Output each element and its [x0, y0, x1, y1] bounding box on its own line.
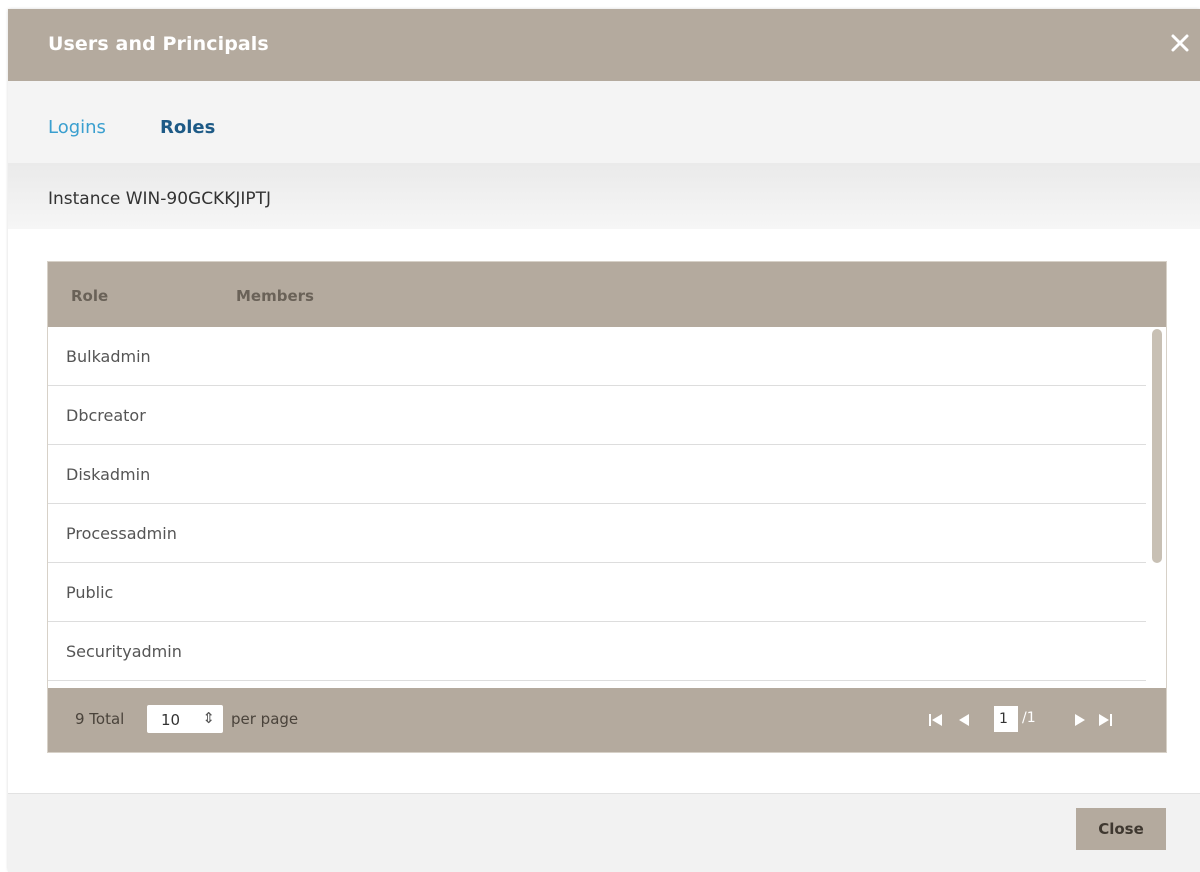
grid-rows: Bulkadmin Dbcreator Diskadmin Processadm… — [48, 327, 1146, 687]
page-size-value: 10 — [161, 711, 181, 729]
tabs-bar: Logins Roles — [8, 81, 1200, 163]
grid-header: Role Members — [48, 262, 1166, 327]
role-cell: Dbcreator — [66, 406, 146, 425]
previous-page-icon[interactable] — [954, 710, 974, 730]
roles-grid: Role Members Bulkadmin Dbcreator Diskadm… — [47, 261, 1167, 753]
dialog-titlebar: Users and Principals — [8, 9, 1200, 81]
close-icon[interactable] — [1166, 29, 1194, 57]
role-cell: Public — [66, 583, 114, 602]
role-cell: Processadmin — [66, 524, 177, 543]
role-cell: Securityadmin — [66, 642, 182, 661]
last-page-icon[interactable] — [1095, 710, 1115, 730]
next-page-icon[interactable] — [1070, 710, 1090, 730]
role-cell: Bulkadmin — [66, 347, 151, 366]
per-page-label: per page — [231, 710, 299, 728]
column-header-role[interactable]: Role — [71, 287, 108, 305]
page-count: /1 — [1022, 710, 1036, 726]
tab-logins[interactable]: Logins — [48, 117, 106, 138]
current-page-value: 1 — [999, 711, 1008, 727]
column-header-members[interactable]: Members — [236, 287, 314, 305]
stepper-arrows-icon[interactable]: ⇕ — [202, 709, 215, 727]
total-count: 9 Total — [75, 710, 125, 728]
grid-scrollbar[interactable] — [1152, 329, 1162, 563]
role-cell: Diskadmin — [66, 465, 151, 484]
table-row[interactable]: Processadmin — [48, 504, 1146, 563]
table-row[interactable]: Public — [48, 563, 1146, 622]
table-row[interactable]: Diskadmin — [48, 445, 1146, 504]
table-row[interactable]: Securityadmin — [48, 622, 1146, 681]
instance-label: Instance WIN-90GCKKJIPTJ — [48, 189, 272, 209]
dialog-title: Users and Principals — [48, 33, 269, 55]
dialog-footer: Close — [8, 793, 1200, 872]
page-size-stepper[interactable]: 10 ⇕ — [147, 705, 223, 733]
tab-roles[interactable]: Roles — [160, 117, 215, 138]
first-page-icon[interactable] — [926, 710, 946, 730]
table-row[interactable]: Dbcreator — [48, 386, 1146, 445]
instance-bar: Instance WIN-90GCKKJIPTJ — [8, 163, 1200, 229]
table-row[interactable]: Bulkadmin — [48, 327, 1146, 386]
current-page-input[interactable]: 1 — [994, 706, 1018, 732]
grid-pager: 9 Total 10 ⇕ per page 1 /1 — [48, 688, 1166, 752]
close-button[interactable]: Close — [1076, 808, 1166, 850]
users-and-principals-dialog: Users and Principals Logins Roles Instan… — [8, 9, 1200, 872]
